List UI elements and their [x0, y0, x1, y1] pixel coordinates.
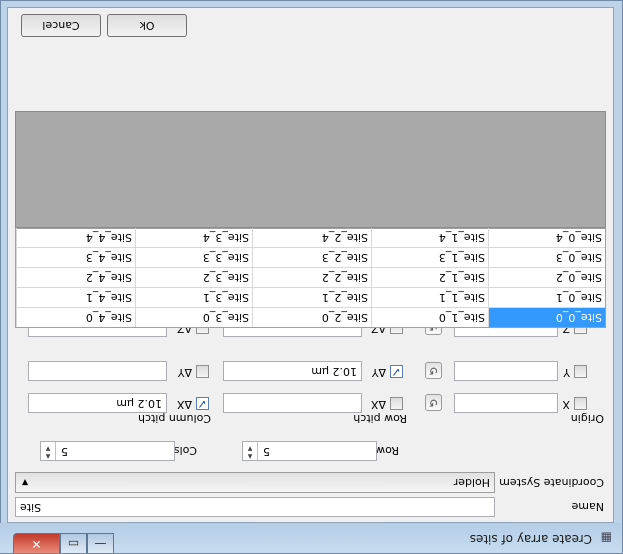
- grid-empty-area: [15, 111, 606, 228]
- row-pitch-dy-input[interactable]: 10.2 µm: [223, 361, 362, 381]
- grid-cell[interactable]: Site_1_2: [371, 267, 488, 287]
- coordinate-system-label: Coordinate System: [499, 476, 604, 489]
- column-pitch-dy-checkbox[interactable]: [196, 365, 209, 378]
- cols-value: 5: [61, 445, 68, 458]
- cols-spin-buttons[interactable]: ▲ ▼: [41, 442, 56, 460]
- chevron-down-icon: ▼: [22, 478, 29, 487]
- origin-y-label: Y: [563, 366, 570, 379]
- row-pitch-dx-label: ΔX: [370, 398, 386, 411]
- grid-cell[interactable]: Site_2_1: [252, 287, 371, 307]
- cols-stepper[interactable]: 5 ▲ ▼: [40, 441, 175, 461]
- column-pitch-dx-label: ΔX: [176, 398, 192, 411]
- origin-x-checkbox[interactable]: [574, 397, 587, 410]
- grid-cell[interactable]: Site_1_0: [371, 307, 488, 327]
- column-pitch-dx-checkbox[interactable]: [196, 397, 209, 410]
- origin-header: Origin: [570, 412, 604, 425]
- rows-value: 5: [263, 445, 270, 458]
- grid-cell[interactable]: Site_3_1: [135, 287, 252, 307]
- grid-cell[interactable]: Site_4_2: [16, 267, 135, 287]
- column-pitch-dy-label: ΔY: [177, 366, 192, 379]
- grid-cell[interactable]: Site_4_1: [16, 287, 135, 307]
- origin-y-checkbox[interactable]: [574, 365, 587, 378]
- origin-x-input[interactable]: [454, 393, 558, 413]
- name-label: Name: [571, 500, 604, 513]
- row-pitch-header: Row pitch: [353, 412, 407, 425]
- row-pitch-dy-checkbox[interactable]: [390, 365, 403, 378]
- grid-cell[interactable]: Site_2_3: [252, 247, 371, 267]
- cols-label: Cols: [173, 444, 197, 457]
- minimize-button[interactable]: —: [87, 533, 114, 553]
- sites-grid[interactable]: Site_0_0 Site_1_0 Site_2_0 Site_3_0 Site…: [15, 227, 606, 328]
- grid-cell[interactable]: Site_2_4: [252, 227, 371, 247]
- grid-cell[interactable]: Site_2_0: [252, 307, 371, 327]
- grid-cell[interactable]: Site_0_3: [488, 247, 605, 267]
- grid-cell[interactable]: Site_3_2: [135, 267, 252, 287]
- grid-cell[interactable]: Site_3_0: [135, 307, 252, 327]
- grid-cell[interactable]: Site_2_2: [252, 267, 371, 287]
- reset-icon[interactable]: ↺: [425, 362, 442, 379]
- reset-icon[interactable]: ↺: [425, 394, 442, 411]
- grid-cell[interactable]: Site_1_1: [371, 287, 488, 307]
- close-button[interactable]: ✕: [13, 533, 60, 553]
- grid-cell[interactable]: Site_4_3: [16, 247, 135, 267]
- column-pitch-dx-input[interactable]: 10.2 µm: [28, 393, 167, 413]
- origin-y-input[interactable]: [454, 361, 558, 381]
- column-pitch-header: Column pitch: [138, 412, 211, 425]
- grid-cell[interactable]: Site_4_0: [16, 307, 135, 327]
- grid-icon: ▦: [600, 531, 612, 545]
- ok-button[interactable]: Ok: [107, 14, 187, 37]
- coordinate-system-select[interactable]: Holder ▼: [15, 472, 495, 493]
- row-pitch-dx-input[interactable]: [223, 393, 362, 413]
- title-bar[interactable]: ▦ Create array of sites — ▭ ✕: [0, 523, 622, 553]
- row-pitch-dx-checkbox[interactable]: [390, 397, 403, 410]
- row-pitch-dy-label: ΔY: [371, 366, 386, 379]
- dialog-window: ▦ Create array of sites — ▭ ✕ Name Site …: [0, 0, 623, 554]
- origin-x-label: X: [562, 398, 570, 411]
- rows-stepper[interactable]: 5 ▲ ▼: [242, 441, 377, 461]
- grid-cell[interactable]: Site_3_4: [135, 227, 252, 247]
- grid-cell[interactable]: Site_0_0: [488, 307, 605, 327]
- grid-cell[interactable]: Site_3_3: [135, 247, 252, 267]
- grid-cell[interactable]: Site_1_4: [371, 227, 488, 247]
- grid-cell[interactable]: Site_0_4: [488, 227, 605, 247]
- coordinate-system-value: Holder: [453, 476, 490, 489]
- rows-spin-buttons[interactable]: ▲ ▼: [243, 442, 258, 460]
- grid-cell[interactable]: Site_1_3: [371, 247, 488, 267]
- cancel-button[interactable]: Cancel: [21, 14, 101, 37]
- maximize-button[interactable]: ▭: [60, 533, 87, 553]
- column-pitch-dy-input[interactable]: [28, 361, 167, 381]
- grid-cell[interactable]: Site_0_1: [488, 287, 605, 307]
- grid-cell[interactable]: Site_4_4: [16, 227, 135, 247]
- grid-cell[interactable]: Site_0_2: [488, 267, 605, 287]
- window-title: Create array of sites: [469, 532, 592, 546]
- name-input[interactable]: Site: [15, 497, 495, 517]
